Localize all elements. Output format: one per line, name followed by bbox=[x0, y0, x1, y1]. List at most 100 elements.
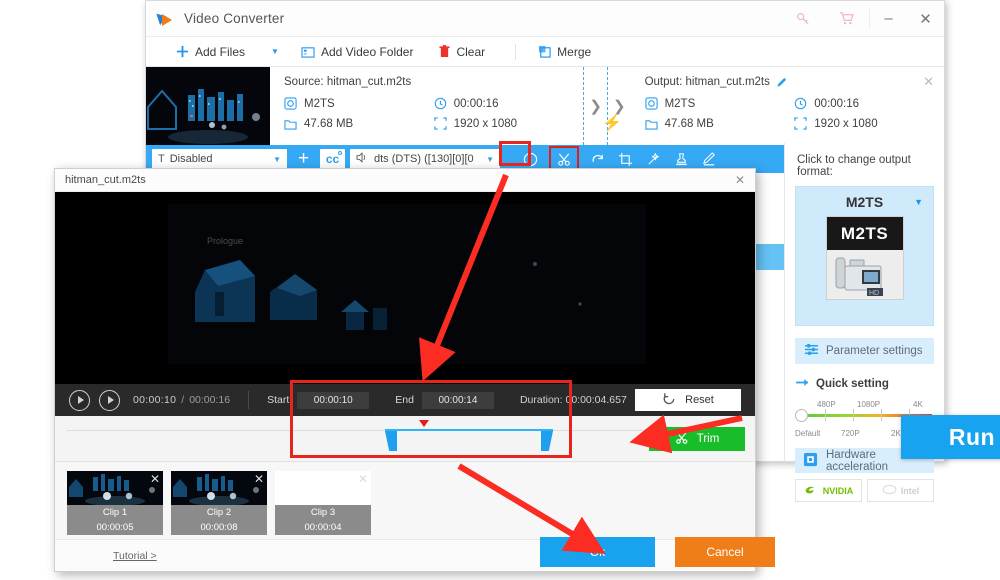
run-bar: Run bbox=[901, 415, 1000, 459]
output-format: M2TS bbox=[644, 97, 795, 110]
clip-name: Clip 1 bbox=[102, 507, 128, 518]
timeline-handle-start[interactable] bbox=[385, 431, 397, 451]
video-preview[interactable]: Prologue bbox=[55, 192, 755, 384]
list-item[interactable]: ✕ Clip 1 00:00:05 bbox=[67, 471, 163, 535]
output-format-label: M2TS bbox=[664, 97, 696, 110]
gpu-nvidia-option[interactable]: NVIDIA bbox=[795, 479, 862, 502]
clip-list: ✕ Clip 1 00:00:05 ✕ Clip 2 00:00:08 ✕ Cl… bbox=[55, 462, 755, 542]
player-controls: 00:00:10 / 00:00:16 Start 00:00:10 End 0… bbox=[55, 384, 755, 416]
dialog-close-button[interactable]: ✕ bbox=[735, 173, 745, 187]
play-circle-icon[interactable] bbox=[69, 389, 90, 411]
file-icon bbox=[284, 118, 297, 130]
source-duration: 00:00:16 bbox=[434, 97, 584, 110]
slider-knob[interactable] bbox=[795, 409, 808, 422]
run-button[interactable]: Run bbox=[901, 415, 1000, 459]
remove-file-button[interactable]: ✕ bbox=[923, 74, 934, 90]
next-frame-icon[interactable] bbox=[99, 389, 120, 411]
watermark-icon[interactable] bbox=[670, 148, 693, 170]
ok-button[interactable]: Ok bbox=[540, 537, 655, 567]
slider-label-default: Default bbox=[795, 429, 821, 438]
output-resolution-label: 1920 x 1080 bbox=[814, 117, 878, 130]
end-input[interactable]: 00:00:14 bbox=[421, 391, 494, 409]
minimize-button[interactable]: – bbox=[870, 1, 907, 36]
remove-clip-button[interactable]: ✕ bbox=[150, 472, 160, 486]
title-bar: Video Converter – ✕ bbox=[146, 1, 944, 37]
intel-icon bbox=[882, 484, 897, 497]
output-title: Output: hitman_cut.m2ts bbox=[644, 76, 770, 88]
parameter-settings-button[interactable]: Parameter settings bbox=[795, 338, 934, 364]
effect-icon[interactable] bbox=[642, 148, 665, 170]
subtitle-select[interactable]: T Disabled ▼ bbox=[152, 149, 287, 169]
parameter-settings-label: Parameter settings bbox=[826, 345, 923, 357]
source-format: M2TS bbox=[284, 97, 434, 110]
quick-setting-icon bbox=[795, 378, 810, 390]
audio-track-select[interactable]: dts (DTS) ([130][0][0 ▼ bbox=[350, 149, 500, 169]
start-label: Start bbox=[267, 394, 290, 406]
reset-button[interactable]: Reset bbox=[635, 389, 741, 411]
chevron-down-icon: ▼ bbox=[273, 154, 281, 164]
output-format-selector[interactable]: M2TS ▼ M2TS HD bbox=[795, 186, 934, 326]
clip-duration: 00:00:04 bbox=[275, 520, 371, 535]
clip-thumbnail: ✕ bbox=[171, 471, 267, 505]
clear-label: Clear bbox=[456, 44, 486, 59]
source-resolution: 1920 x 1080 bbox=[434, 117, 584, 130]
resolution-icon bbox=[434, 117, 447, 130]
format-thumb-label-bar: M2TS bbox=[826, 217, 903, 250]
audio-value: dts (DTS) ([130][0][0 bbox=[374, 153, 474, 165]
list-item[interactable]: ✕ Clip 2 00:00:08 bbox=[171, 471, 267, 535]
merge-label: Merge bbox=[557, 44, 592, 59]
remove-clip-button[interactable]: ✕ bbox=[254, 472, 264, 486]
key-icon[interactable] bbox=[781, 1, 825, 36]
gpu-intel-option[interactable]: Intel bbox=[867, 479, 934, 502]
clear-button[interactable]: Clear bbox=[439, 45, 485, 59]
cc-button[interactable]: cc bbox=[320, 149, 345, 169]
format-thumb-label: M2TS bbox=[840, 223, 889, 243]
folder-video-icon bbox=[301, 46, 315, 58]
pencil-icon[interactable] bbox=[776, 76, 788, 88]
trim-dialog: hitman_cut.m2ts ✕ Prologue 00:00:10 / 00… bbox=[54, 168, 775, 572]
subtitle-edit-icon[interactable] bbox=[698, 148, 721, 170]
add-files-button[interactable]: Add Files bbox=[176, 45, 245, 59]
clip-thumbnail: ✕ bbox=[275, 471, 371, 505]
timeline-handle-end[interactable] bbox=[541, 431, 553, 451]
cancel-button[interactable]: Cancel bbox=[675, 537, 775, 567]
nvidia-icon bbox=[804, 484, 819, 497]
file-info: Source: hitman_cut.m2ts M2TS 00:00:16 47… bbox=[270, 67, 944, 145]
clip-duration: 00:00:05 bbox=[67, 520, 163, 535]
trim-button[interactable]: Trim bbox=[649, 427, 745, 451]
clip-duration: 00:00:08 bbox=[171, 520, 267, 535]
chevron-right-icon-2: ❯ bbox=[613, 98, 626, 115]
merge-button[interactable]: Merge bbox=[538, 45, 591, 59]
add-files-label: Add Files bbox=[195, 44, 246, 59]
add-files-dropdown-caret[interactable]: ▼ bbox=[271, 47, 279, 56]
rotate-icon[interactable] bbox=[586, 148, 609, 170]
svg-text:HD: HD bbox=[869, 290, 879, 297]
duration-label: Duration: 00:00:04.657 bbox=[519, 394, 627, 406]
chevron-right-icon-1: ❯ bbox=[589, 98, 602, 115]
file-row[interactable]: Source: hitman_cut.m2ts M2TS 00:00:16 47… bbox=[146, 67, 944, 145]
output-duration-label: 00:00:16 bbox=[814, 97, 860, 110]
add-subtitle-button[interactable]: + bbox=[292, 148, 315, 170]
output-size: 47.68 MB bbox=[644, 117, 795, 130]
timeline-playhead[interactable] bbox=[419, 420, 429, 427]
cart-icon[interactable] bbox=[825, 1, 869, 36]
output-size-label: 47.68 MB bbox=[664, 117, 714, 130]
chevron-down-icon[interactable]: ▼ bbox=[914, 197, 923, 207]
trim-timeline[interactable]: Trim bbox=[55, 416, 755, 462]
timeline-selected-range[interactable] bbox=[385, 429, 553, 431]
slider-label-720p: 720P bbox=[841, 429, 860, 438]
remove-clip-button[interactable]: ✕ bbox=[358, 472, 368, 486]
source-duration-label: 00:00:16 bbox=[453, 97, 499, 110]
source-thumbnail bbox=[146, 67, 270, 145]
scissors-icon bbox=[675, 431, 689, 448]
crop-icon[interactable] bbox=[614, 148, 637, 170]
tutorial-link[interactable]: Tutorial > bbox=[113, 550, 157, 562]
close-button[interactable]: ✕ bbox=[907, 1, 944, 36]
info-icon[interactable] bbox=[519, 148, 542, 170]
list-item[interactable]: ✕ Clip 3 00:00:04 bbox=[275, 471, 371, 535]
resolution-icon bbox=[794, 117, 807, 130]
quick-setting-label: Quick setting bbox=[816, 378, 889, 390]
end-label: End bbox=[395, 394, 414, 406]
add-video-folder-button[interactable]: Add Video Folder bbox=[301, 45, 413, 59]
start-input[interactable]: 00:00:10 bbox=[297, 391, 370, 409]
